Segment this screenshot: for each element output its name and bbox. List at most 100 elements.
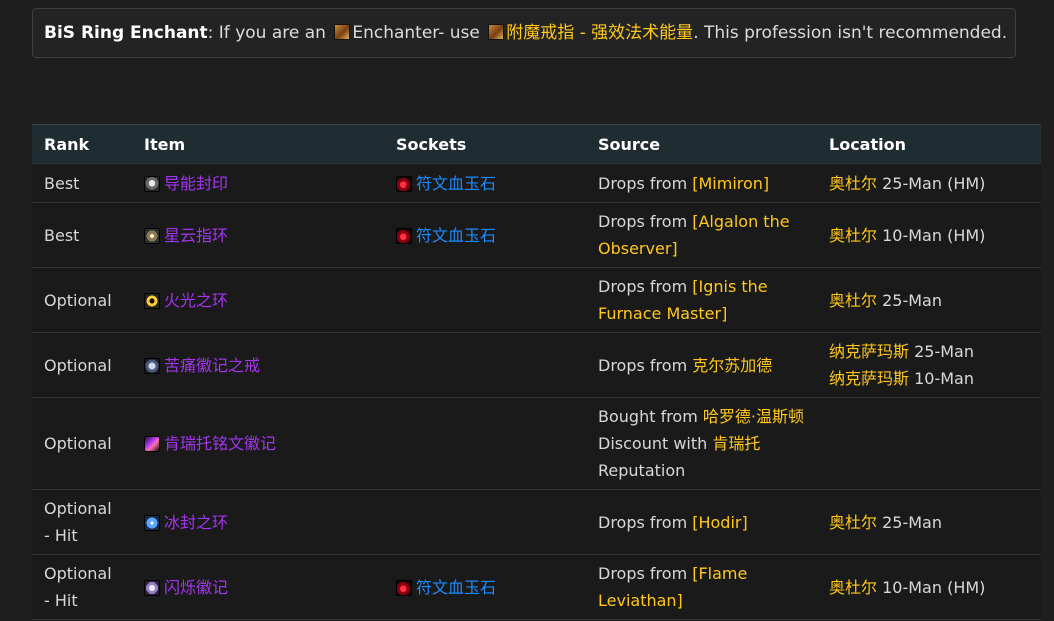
notice-text-before: If you are an bbox=[213, 23, 332, 43]
enchanting-profession-icon bbox=[334, 24, 351, 40]
source-prefix: Drops from bbox=[598, 212, 693, 231]
location-text: 25-Man bbox=[877, 290, 942, 310]
location-link[interactable]: 奥杜尔 bbox=[829, 578, 877, 597]
source-link[interactable]: 哈罗德·温斯顿 bbox=[703, 407, 804, 426]
table-row: Best 星云指环 符文血玉石 Drops from [Algalon the … bbox=[32, 202, 1041, 268]
item-kirin-tor-signet-icon bbox=[144, 436, 160, 452]
rank-cell: Optional bbox=[32, 267, 132, 333]
item-agony-signet-icon bbox=[144, 357, 160, 374]
source-prefix: Drops from bbox=[598, 512, 693, 532]
profession-name: Enchanter bbox=[352, 23, 439, 43]
source-cell: Drops from [Flame Leviathan] bbox=[586, 554, 817, 620]
location-text: 25-Man (HM) bbox=[877, 173, 986, 193]
rank-cell: Optional - Hit bbox=[32, 489, 132, 555]
item-link[interactable]: 闪烁徽记 bbox=[164, 578, 228, 597]
enchant-link[interactable]: 附魔戒指 - 强效法术能量 bbox=[506, 23, 693, 43]
rank-cell: Best bbox=[32, 163, 132, 203]
item-cell: 肯瑞托铭文徽记 bbox=[132, 397, 384, 490]
sockets-cell: 符文血玉石 bbox=[384, 554, 586, 620]
item-gear-seal-icon bbox=[144, 175, 160, 192]
rank-cell: Optional bbox=[32, 332, 132, 398]
item-link[interactable]: 肯瑞托铭文徽记 bbox=[164, 434, 276, 453]
item-cell: 苦痛徽记之戒 bbox=[132, 332, 384, 398]
location-cell: 奥杜尔 25-Man bbox=[817, 489, 1041, 555]
gem-link[interactable]: 符文血玉石 bbox=[416, 174, 496, 193]
source-link[interactable]: 克尔苏加德 bbox=[692, 356, 772, 375]
item-link[interactable]: 星云指环 bbox=[164, 226, 228, 245]
source-cell: Drops from [Ignis the Furnace Master] bbox=[586, 267, 817, 333]
item-fire-ring-icon bbox=[144, 292, 160, 309]
bis-rings-table: Rank Item Sockets Source Location Best 导… bbox=[32, 124, 1041, 620]
location-cell: 奥杜尔 25-Man bbox=[817, 267, 1041, 333]
runed-bloodstone-gem-icon bbox=[396, 227, 412, 244]
table-header-row: Rank Item Sockets Source Location bbox=[32, 124, 1041, 164]
sockets-cell bbox=[384, 267, 586, 333]
location-text: 10-Man bbox=[909, 369, 974, 388]
source-cell: Drops from 克尔苏加德 bbox=[586, 332, 817, 398]
rank-cell: Optional - Hit bbox=[32, 554, 132, 620]
rank-cell: Optional bbox=[32, 397, 132, 490]
enchant-scroll-icon bbox=[488, 24, 505, 40]
location-text: 25-Man bbox=[877, 512, 942, 532]
item-link[interactable]: 火光之环 bbox=[164, 291, 228, 310]
location-link[interactable]: 奥杜尔 bbox=[829, 226, 877, 245]
item-link[interactable]: 苦痛徽记之戒 bbox=[164, 356, 260, 375]
location-text: 25-Man bbox=[909, 342, 974, 361]
header-location: Location bbox=[817, 124, 1041, 164]
source-prefix: Drops from bbox=[598, 355, 693, 375]
table-row: Optional - Hit 闪烁徽记 符文血玉石 Drops from [Fl… bbox=[32, 554, 1041, 620]
runed-bloodstone-gem-icon bbox=[396, 579, 412, 596]
faction-link[interactable]: 肯瑞托 bbox=[712, 434, 760, 453]
source-prefix: Drops from bbox=[598, 564, 693, 583]
location-link[interactable]: 纳克萨玛斯 bbox=[829, 342, 909, 361]
source-cell: Bought from 哈罗德·温斯顿 Discount with 肯瑞托 Repu… bbox=[586, 397, 817, 490]
item-twinkling-signet-icon bbox=[144, 579, 160, 596]
notice-text-after: . This profession isn't recommended. bbox=[693, 23, 1008, 43]
source-link[interactable]: [Hodir] bbox=[692, 513, 747, 532]
source-prefix: Drops from bbox=[598, 173, 693, 193]
location-cell: 纳克萨玛斯 25-Man 纳克萨玛斯 10-Man bbox=[817, 332, 1041, 398]
sockets-cell bbox=[384, 397, 586, 490]
location-link[interactable]: 纳克萨玛斯 bbox=[829, 369, 909, 388]
source-cell: Drops from [Hodir] bbox=[586, 489, 817, 555]
gem-link[interactable]: 符文血玉石 bbox=[416, 226, 496, 245]
header-source: Source bbox=[586, 124, 817, 164]
source-link[interactable]: [Mimiron] bbox=[692, 174, 769, 193]
item-nebula-ring-icon bbox=[144, 227, 160, 244]
discount-prefix: Discount with bbox=[598, 434, 713, 453]
table-row: Best 导能封印 符文血玉石 Drops from [Mimiron] 奥杜尔… bbox=[32, 163, 1041, 203]
table-row: Optional 苦痛徽记之戒 Drops from 克尔苏加德 纳克萨玛斯 2… bbox=[32, 332, 1041, 398]
item-frozen-ring-icon bbox=[144, 514, 160, 531]
item-cell: 冰封之环 bbox=[132, 489, 384, 555]
location-cell: 奥杜尔 25-Man (HM) bbox=[817, 163, 1041, 203]
item-cell: 导能封印 bbox=[132, 163, 384, 203]
source-cell: Drops from [Algalon the Observer] bbox=[586, 202, 817, 268]
bis-ring-enchant-notice: BiS Ring Enchant: If you are an Enchante… bbox=[32, 8, 1016, 58]
gem-link[interactable]: 符文血玉石 bbox=[416, 578, 496, 597]
source-prefix: Drops from bbox=[598, 277, 693, 296]
reputation-text: Reputation bbox=[598, 461, 686, 480]
header-sockets: Sockets bbox=[384, 124, 586, 164]
item-link[interactable]: 冰封之环 bbox=[164, 513, 228, 532]
sockets-cell: 符文血玉石 bbox=[384, 163, 586, 203]
sockets-cell bbox=[384, 332, 586, 398]
location-text: 10-Man (HM) bbox=[877, 577, 986, 597]
header-item: Item bbox=[132, 124, 384, 164]
rank-cell: Best bbox=[32, 202, 132, 268]
location-link[interactable]: 奥杜尔 bbox=[829, 513, 877, 532]
table-row: Optional 火光之环 Drops from [Ignis the Furn… bbox=[32, 267, 1041, 333]
item-link[interactable]: 导能封印 bbox=[164, 174, 228, 193]
header-rank: Rank bbox=[32, 124, 132, 164]
item-cell: 闪烁徽记 bbox=[132, 554, 384, 620]
location-cell bbox=[817, 397, 1041, 490]
location-cell: 奥杜尔 10-Man (HM) bbox=[817, 554, 1041, 620]
location-cell: 奥杜尔 10-Man (HM) bbox=[817, 202, 1041, 268]
sockets-cell bbox=[384, 489, 586, 555]
table-row: Optional 肯瑞托铭文徽记 Bought from 哈罗德·温斯顿 Disc… bbox=[32, 397, 1041, 490]
table-row: Optional - Hit 冰封之环 Drops from [Hodir] 奥… bbox=[32, 489, 1041, 555]
location-link[interactable]: 奥杜尔 bbox=[829, 174, 877, 193]
location-text: 10-Man (HM) bbox=[877, 225, 986, 245]
location-link[interactable]: 奥杜尔 bbox=[829, 291, 877, 310]
source-cell: Drops from [Mimiron] bbox=[586, 163, 817, 203]
item-cell: 火光之环 bbox=[132, 267, 384, 333]
